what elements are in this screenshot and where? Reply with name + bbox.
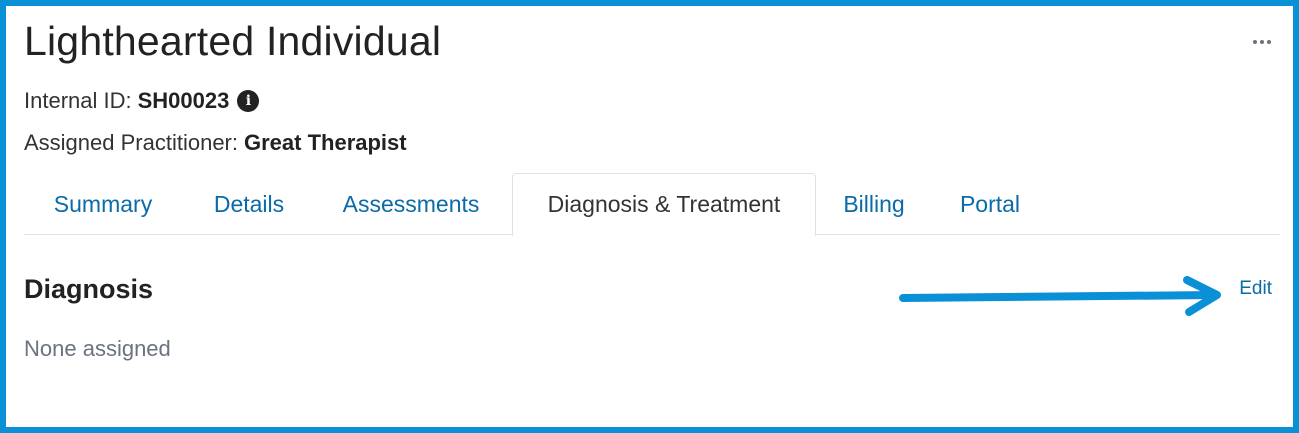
internal-id-value: SH00023 bbox=[137, 88, 230, 113]
edit-diagnosis-link[interactable]: Edit bbox=[1239, 278, 1272, 300]
practitioner-label: Assigned Practitioner: bbox=[24, 130, 238, 155]
practitioner-value: Great Therapist bbox=[244, 130, 407, 155]
tab-details[interactable]: Details bbox=[192, 173, 306, 235]
internal-id-row: Internal ID: SH00023 i bbox=[24, 88, 260, 114]
info-icon[interactable]: i bbox=[237, 90, 260, 112]
internal-id-label: Internal ID: bbox=[24, 88, 132, 113]
screenshot-frame: Lighthearted Individual Internal ID: SH0… bbox=[0, 0, 1299, 433]
client-tabs: Summary Details Assessments Diagnosis & … bbox=[24, 173, 1280, 236]
more-dot bbox=[1267, 40, 1271, 44]
diagnosis-empty-text: None assigned bbox=[24, 336, 171, 361]
more-options-icon[interactable] bbox=[1253, 40, 1271, 44]
arrow-right-icon bbox=[899, 276, 1221, 316]
more-dot bbox=[1253, 40, 1257, 44]
more-dot bbox=[1260, 40, 1264, 44]
assigned-practitioner-row: Assigned Practitioner: Great Therapist bbox=[24, 130, 407, 156]
tab-assessments[interactable]: Assessments bbox=[320, 173, 502, 235]
tab-portal[interactable]: Portal bbox=[940, 173, 1040, 235]
diagnosis-heading: Diagnosis bbox=[24, 274, 154, 304]
tab-summary[interactable]: Summary bbox=[24, 173, 182, 235]
page-title: Lighthearted Individual bbox=[24, 18, 442, 64]
tab-diagnosis-treatment[interactable]: Diagnosis & Treatment bbox=[512, 173, 816, 236]
tab-billing[interactable]: Billing bbox=[826, 173, 922, 235]
